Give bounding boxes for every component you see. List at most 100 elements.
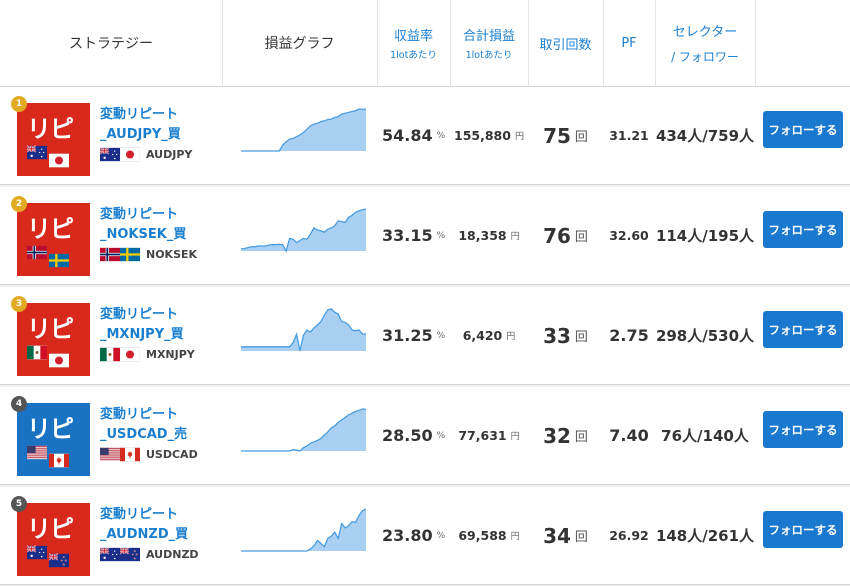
follow-button[interactable]: フォローする [763, 511, 843, 548]
currency-pair-label: USDCAD [146, 448, 198, 461]
return-rate-unit: % [436, 530, 446, 541]
header-return-rate-label[interactable]: 収益率 [394, 25, 433, 44]
pl-chart-area [241, 509, 366, 551]
header-selector[interactable]: セレクター / フォロワー [655, 0, 755, 86]
selector-follower: 298人/530人 [655, 326, 755, 345]
header-pf-label[interactable]: PF [621, 36, 636, 51]
strategy-name-line2[interactable]: _AUDNZD_買 [100, 525, 188, 545]
return-rate-unit: % [436, 330, 446, 341]
total-pl-value: 155,880 [454, 128, 511, 143]
rank-badge: 4 [11, 396, 27, 412]
return-rate: 54.84 % [382, 87, 445, 184]
strategy-row[interactable]: 5 リピ 変動リピート _AUDNZD_買 AUDNZD 23.80 % 69,… [0, 487, 850, 585]
us-flag-icon [100, 447, 120, 462]
total-pl-value: 69,588 [458, 528, 507, 543]
header-selector-label[interactable]: セレクター [673, 21, 737, 40]
return-rate: 23.80 % [382, 487, 445, 584]
strategy-name-line1[interactable]: 変動リピート [100, 505, 188, 525]
strategy-name-link[interactable]: 変動リピート _USDCAD_売 [100, 405, 187, 445]
strategy-name-line2[interactable]: _NOKSEK_買 [100, 225, 186, 245]
header-strategy: ストラテジー [0, 0, 222, 86]
strategy-row[interactable]: 3 リピ 変動リピート _MXNJPY_買 MXNJPY 31.25 % 6,4… [0, 287, 850, 385]
strategy-name-line1[interactable]: 変動リピート [100, 305, 184, 325]
follow-button[interactable]: フォローする [763, 411, 843, 448]
rank-badge: 2 [11, 196, 27, 212]
strategy-name-line2[interactable]: _USDCAD_売 [100, 425, 187, 445]
total-pl-unit: 円 [510, 432, 520, 442]
strategy-name-link[interactable]: 変動リピート _AUDJPY_買 [100, 105, 181, 145]
logo-text: リピ [27, 215, 74, 243]
header-follower-label[interactable]: / フォロワー [671, 48, 739, 65]
pl-chart [241, 403, 367, 463]
return-rate-unit: % [436, 130, 446, 141]
currency-pair: AUDNZD [100, 547, 199, 562]
strategy-name-line1[interactable]: 変動リピート [100, 105, 181, 125]
header-trades[interactable]: 取引回数 [528, 0, 603, 86]
strategy-name-link[interactable]: 変動リピート _NOKSEK_買 [100, 205, 186, 245]
return-rate: 28.50 % [382, 387, 445, 484]
follow-button[interactable]: フォローする [763, 311, 843, 348]
total-pl-unit: 円 [514, 132, 524, 142]
currency-pair-label: AUDJPY [146, 148, 193, 161]
header-return-rate[interactable]: 収益率 1lotあたり [377, 0, 450, 86]
selector-follower: 114人/195人 [655, 226, 755, 245]
strategy-name-link[interactable]: 変動リピート _AUDNZD_買 [100, 505, 188, 545]
strategy-row[interactable]: 2 リピ 変動リピート _NOKSEK_買 NOKSEK 33.15 % 18,… [0, 187, 850, 285]
strategy-logo[interactable]: リピ [17, 303, 90, 376]
rank-badge: 5 [11, 496, 27, 512]
jp-flag-icon [120, 147, 140, 162]
nz-flag-icon [49, 553, 69, 568]
strategy-logo[interactable]: リピ [17, 503, 90, 576]
strategy-name-link[interactable]: 変動リピート _MXNJPY_買 [100, 305, 184, 345]
trade-count-value: 75 [543, 123, 571, 148]
strategy-name-line2[interactable]: _AUDJPY_買 [100, 125, 181, 145]
header-graph: 損益グラフ [222, 0, 377, 86]
total-pl-value: 6,420 [462, 328, 503, 343]
nz-flag-icon [120, 547, 140, 562]
total-pl: 18,358 円 [450, 187, 528, 284]
currency-pair: USDCAD [100, 447, 198, 462]
header-total-pl-label[interactable]: 合計損益 [463, 25, 515, 44]
strategy-logo[interactable]: リピ [17, 203, 90, 276]
trade-count: 33 回 [528, 287, 603, 384]
return-rate: 31.25 % [382, 287, 445, 384]
follow-button[interactable]: フォローする [763, 111, 843, 148]
jp-flag-icon [49, 153, 69, 168]
header-graph-label: 損益グラフ [264, 36, 335, 52]
pl-chart-area [241, 309, 366, 351]
strategy-name-line2[interactable]: _MXNJPY_買 [100, 325, 184, 345]
header-total-pl[interactable]: 合計損益 1lotあたり [450, 0, 528, 86]
au-flag-icon [100, 547, 120, 562]
strategy-row[interactable]: 4 リピ 変動リピート _USDCAD_売 USDCAD 28.50 % 77,… [0, 387, 850, 485]
logo-text: リピ [27, 315, 74, 343]
pf-value: 31.21 [609, 128, 649, 143]
strategy-logo[interactable]: リピ [17, 103, 90, 176]
total-pl-value: 77,631 [458, 428, 507, 443]
trade-count-unit: 回 [574, 330, 588, 345]
header-strategy-label: ストラテジー [69, 36, 153, 52]
header-pf[interactable]: PF [603, 0, 655, 86]
return-rate-value: 54.84 [382, 126, 433, 145]
strategy-row[interactable]: 1 リピ 変動リピート _AUDJPY_買 AUDJPY 54.84 % 155… [0, 87, 850, 185]
follow-button[interactable]: フォローする [763, 211, 843, 248]
trade-count-unit: 回 [574, 530, 588, 545]
currency-pair-label: NOKSEK [146, 248, 198, 261]
us-flag-icon [27, 445, 47, 460]
trade-count-unit: 回 [574, 430, 588, 445]
strategy-logo[interactable]: リピ [17, 403, 90, 476]
strategy-name-line1[interactable]: 変動リピート [100, 205, 186, 225]
currency-pair: MXNJPY [100, 347, 195, 362]
currency-pair-label: MXNJPY [146, 348, 195, 361]
strategy-name-line1[interactable]: 変動リピート [100, 405, 187, 425]
trade-count-value: 32 [543, 423, 571, 448]
header-trades-label[interactable]: 取引回数 [539, 34, 591, 53]
currency-pair-label: AUDNZD [146, 548, 199, 561]
total-pl-value: 18,358 [458, 228, 507, 243]
au-flag-icon [27, 145, 47, 160]
total-pl-unit: 円 [510, 532, 520, 542]
table-header: ストラテジー 損益グラフ 収益率 1lotあたり 合計損益 1lotあたり 取引… [0, 0, 850, 87]
return-rate-value: 33.15 [382, 226, 433, 245]
trade-count-value: 33 [543, 323, 571, 348]
total-pl-unit: 円 [506, 332, 516, 342]
return-rate-value: 28.50 [382, 426, 433, 445]
